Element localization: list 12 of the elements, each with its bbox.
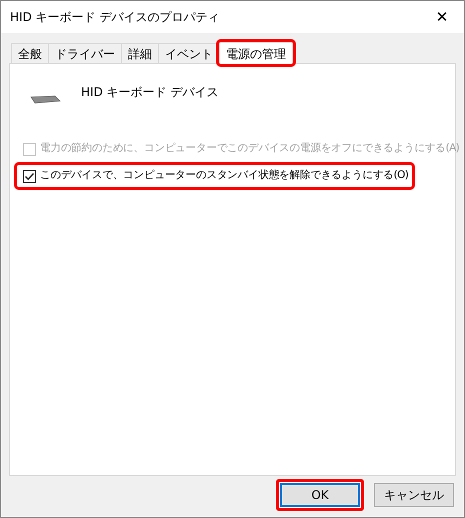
window-title: HID キーボード デバイスのプロパティ xyxy=(10,9,220,26)
dialog-button[interactable]: キャンセル xyxy=(374,483,454,507)
tab[interactable]: 詳細 xyxy=(121,43,159,63)
tab[interactable]: ドライバー xyxy=(48,43,122,63)
tab[interactable]: 電源の管理 xyxy=(219,42,293,64)
checkbox[interactable] xyxy=(23,170,36,182)
tab[interactable]: 全般 xyxy=(11,43,49,63)
checkbox-option[interactable]: このデバイスで、コンピューターのスタンバイ状態を解除できるようにする(O) xyxy=(17,165,412,187)
close-button[interactable]: ✕ xyxy=(420,1,464,33)
device-name: HID キーボード デバイス xyxy=(81,84,218,101)
dialog-button[interactable]: OK xyxy=(280,483,360,507)
keyboard-icon xyxy=(29,95,61,105)
